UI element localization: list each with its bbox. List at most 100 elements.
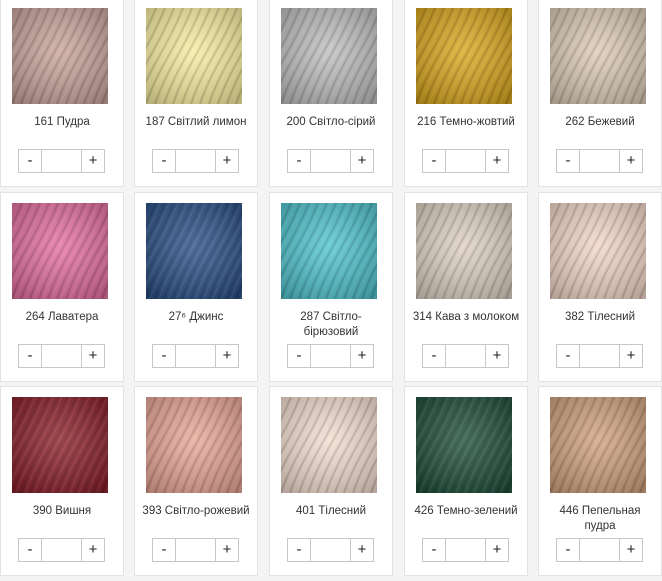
increase-quantity-button[interactable]: + <box>619 150 642 172</box>
quantity-stepper: - + <box>18 344 105 368</box>
quantity-stepper: - + <box>18 149 105 173</box>
decrease-quantity-button[interactable]: - <box>19 539 42 561</box>
increase-quantity-button[interactable]: + <box>350 150 373 172</box>
increase-quantity-button[interactable]: + <box>215 150 238 172</box>
product-name: 287 Світло-бірюзовий <box>300 311 362 338</box>
yarn-texture <box>146 203 242 299</box>
quantity-stepper: - + <box>556 538 643 562</box>
increase-quantity-button[interactable]: + <box>485 150 508 172</box>
product-card: 264 Лаватера - + <box>0 192 124 382</box>
decrease-quantity-button[interactable]: - <box>288 345 311 367</box>
yarn-swatch-image[interactable] <box>146 397 242 493</box>
yarn-swatch-image[interactable] <box>416 203 512 299</box>
quantity-input[interactable] <box>176 539 217 561</box>
product-name: 262 Бежевий <box>565 116 635 128</box>
yarn-swatch-image[interactable] <box>146 203 242 299</box>
increase-quantity-button[interactable]: + <box>619 539 642 561</box>
product-card: 216 Темно-жовтий - + <box>404 0 528 187</box>
product-card: 390 Вишня - + <box>0 386 124 576</box>
product-card: 27⁶ Джинс - + <box>134 192 258 382</box>
yarn-texture <box>12 8 108 104</box>
yarn-texture <box>12 203 108 299</box>
quantity-stepper: - + <box>18 538 105 562</box>
quantity-stepper: - + <box>556 344 643 368</box>
decrease-quantity-button[interactable]: - <box>153 345 176 367</box>
decrease-quantity-button[interactable]: - <box>19 150 42 172</box>
yarn-texture <box>416 203 512 299</box>
quantity-input[interactable] <box>176 150 217 172</box>
product-card: 446 Пепельная пудра - + <box>538 386 662 576</box>
quantity-input[interactable] <box>311 539 352 561</box>
yarn-swatch-image[interactable] <box>12 8 108 104</box>
yarn-swatch-image[interactable] <box>416 397 512 493</box>
yarn-swatch-image[interactable] <box>550 8 646 104</box>
decrease-quantity-button[interactable]: - <box>557 150 580 172</box>
quantity-input[interactable] <box>580 345 621 367</box>
yarn-swatch-image[interactable] <box>281 397 377 493</box>
quantity-input[interactable] <box>580 150 621 172</box>
increase-quantity-button[interactable]: + <box>81 150 104 172</box>
yarn-texture <box>281 8 377 104</box>
yarn-texture <box>416 397 512 493</box>
quantity-stepper: - + <box>422 149 509 173</box>
yarn-swatch-image[interactable] <box>12 203 108 299</box>
product-card: 426 Темно-зелений - + <box>404 386 528 576</box>
decrease-quantity-button[interactable]: - <box>288 539 311 561</box>
product-card: 314 Кава з молоком - + <box>404 192 528 382</box>
quantity-stepper: - + <box>152 149 239 173</box>
quantity-stepper: - + <box>287 538 374 562</box>
decrease-quantity-button[interactable]: - <box>423 345 446 367</box>
quantity-input[interactable] <box>446 539 487 561</box>
increase-quantity-button[interactable]: + <box>350 539 373 561</box>
yarn-swatch-image[interactable] <box>146 8 242 104</box>
increase-quantity-button[interactable]: + <box>215 539 238 561</box>
product-name: 314 Кава з молоком <box>412 311 520 323</box>
decrease-quantity-button[interactable]: - <box>19 345 42 367</box>
quantity-stepper: - + <box>556 149 643 173</box>
quantity-input[interactable] <box>42 345 83 367</box>
decrease-quantity-button[interactable]: - <box>423 150 446 172</box>
yarn-swatch-image[interactable] <box>12 397 108 493</box>
yarn-swatch-image[interactable] <box>281 8 377 104</box>
quantity-input[interactable] <box>42 539 83 561</box>
quantity-input[interactable] <box>42 150 83 172</box>
increase-quantity-button[interactable]: + <box>81 539 104 561</box>
quantity-input[interactable] <box>311 345 352 367</box>
quantity-input[interactable] <box>446 345 487 367</box>
product-name: 393 Світло-рожевий <box>142 505 250 517</box>
quantity-stepper: - + <box>152 344 239 368</box>
decrease-quantity-button[interactable]: - <box>288 150 311 172</box>
product-card: 401 Тілесний - + <box>269 386 393 576</box>
yarn-swatch-image[interactable] <box>550 397 646 493</box>
yarn-texture <box>146 397 242 493</box>
increase-quantity-button[interactable]: + <box>619 345 642 367</box>
product-name: 426 Темно-зелений <box>414 505 518 517</box>
decrease-quantity-button[interactable]: - <box>153 150 176 172</box>
increase-quantity-button[interactable]: + <box>81 345 104 367</box>
yarn-swatch-image[interactable] <box>281 203 377 299</box>
increase-quantity-button[interactable]: + <box>215 345 238 367</box>
quantity-stepper: - + <box>287 344 374 368</box>
yarn-swatch-image[interactable] <box>416 8 512 104</box>
product-name: 27⁶ Джинс <box>168 311 224 323</box>
quantity-input[interactable] <box>176 345 217 367</box>
decrease-quantity-button[interactable]: - <box>557 539 580 561</box>
yarn-swatch-image[interactable] <box>550 203 646 299</box>
decrease-quantity-button[interactable]: - <box>153 539 176 561</box>
yarn-texture <box>550 203 646 299</box>
decrease-quantity-button[interactable]: - <box>557 345 580 367</box>
product-card: 161 Пудра - + <box>0 0 124 187</box>
increase-quantity-button[interactable]: + <box>350 345 373 367</box>
product-name: 216 Темно-жовтий <box>417 116 515 128</box>
product-name: 161 Пудра <box>34 116 90 128</box>
decrease-quantity-button[interactable]: - <box>423 539 446 561</box>
quantity-input[interactable] <box>580 539 621 561</box>
increase-quantity-button[interactable]: + <box>485 539 508 561</box>
yarn-texture <box>12 397 108 493</box>
increase-quantity-button[interactable]: + <box>485 345 508 367</box>
quantity-input[interactable] <box>311 150 352 172</box>
product-card: 382 Тілесний - + <box>538 192 662 382</box>
yarn-texture <box>550 397 646 493</box>
product-card: 262 Бежевий - + <box>538 0 662 187</box>
quantity-input[interactable] <box>446 150 487 172</box>
